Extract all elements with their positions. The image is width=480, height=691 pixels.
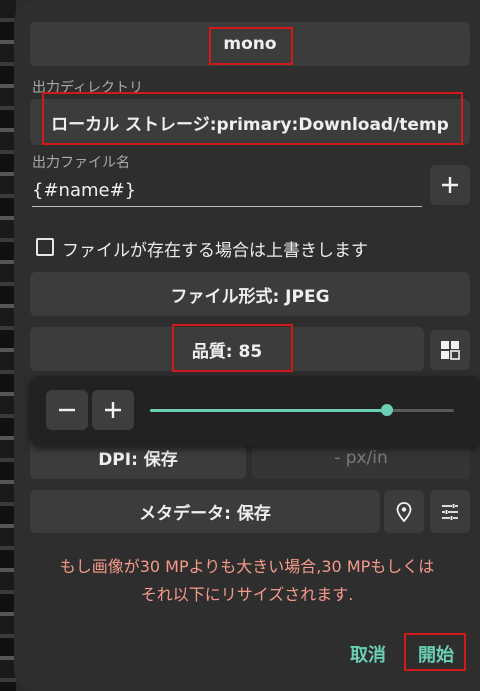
metadata-button[interactable]: メタデータ: 保存 [30,490,380,533]
location-button[interactable] [384,490,424,533]
dpi-label: DPI: 保存 [98,450,178,470]
output-file-input[interactable]: {#name#} [32,180,422,201]
quality-presets-button[interactable] [430,330,470,370]
metadata-label: メタデータ: 保存 [139,504,271,524]
quality-button[interactable]: 品質: 85 [30,327,424,371]
resize-warning: もし画像が30 MPよりも大きい場合,30 MPもしくは それ以下にリサイズされ… [14,553,480,609]
minus-icon [59,408,75,412]
quality-slider-thumb[interactable] [381,404,393,416]
file-format-label: ファイル形式: JPEG [170,286,330,307]
overwrite-label: ファイルが存在する場合は上書きします [62,241,368,261]
plus-icon [105,402,121,418]
output-file-label: 出力ファイル名 [32,155,130,171]
decrease-quality-button[interactable] [46,390,88,430]
export-dialog: mono 出力ディレクトリ ローカル ストレージ:primary:Downloa… [14,0,480,691]
add-variable-button[interactable] [430,165,470,205]
metadata-settings-button[interactable] [430,490,470,533]
tune-icon [442,503,458,520]
output-file-underline [32,206,422,207]
cancel-button[interactable]: 取消 [350,641,386,667]
overwrite-checkbox[interactable] [36,238,54,256]
preset-label: mono [223,34,277,54]
start-button[interactable]: 開始 [418,641,454,667]
grid-icon [441,341,460,360]
plus-icon [442,177,458,193]
output-dir-value: ローカル ストレージ:primary:Download/temp [51,114,449,135]
output-dir-button[interactable]: ローカル ストレージ:primary:Download/temp [30,99,470,145]
quality-label: 品質: 85 [191,341,263,362]
px-per-inch-label: - px/in [334,447,388,468]
preset-button[interactable]: mono [30,22,470,66]
quality-slider-fill [150,409,387,412]
location-pin-icon [396,501,412,522]
quality-popup [30,376,480,446]
file-format-button[interactable]: ファイル形式: JPEG [30,272,470,316]
resize-warning-line2: それ以下にリサイズされます. [140,585,354,604]
resize-warning-line1: もし画像が30 MPよりも大きい場合,30 MPもしくは [59,557,435,576]
increase-quality-button[interactable] [92,390,134,430]
output-dir-label: 出力ディレクトリ [32,80,144,96]
